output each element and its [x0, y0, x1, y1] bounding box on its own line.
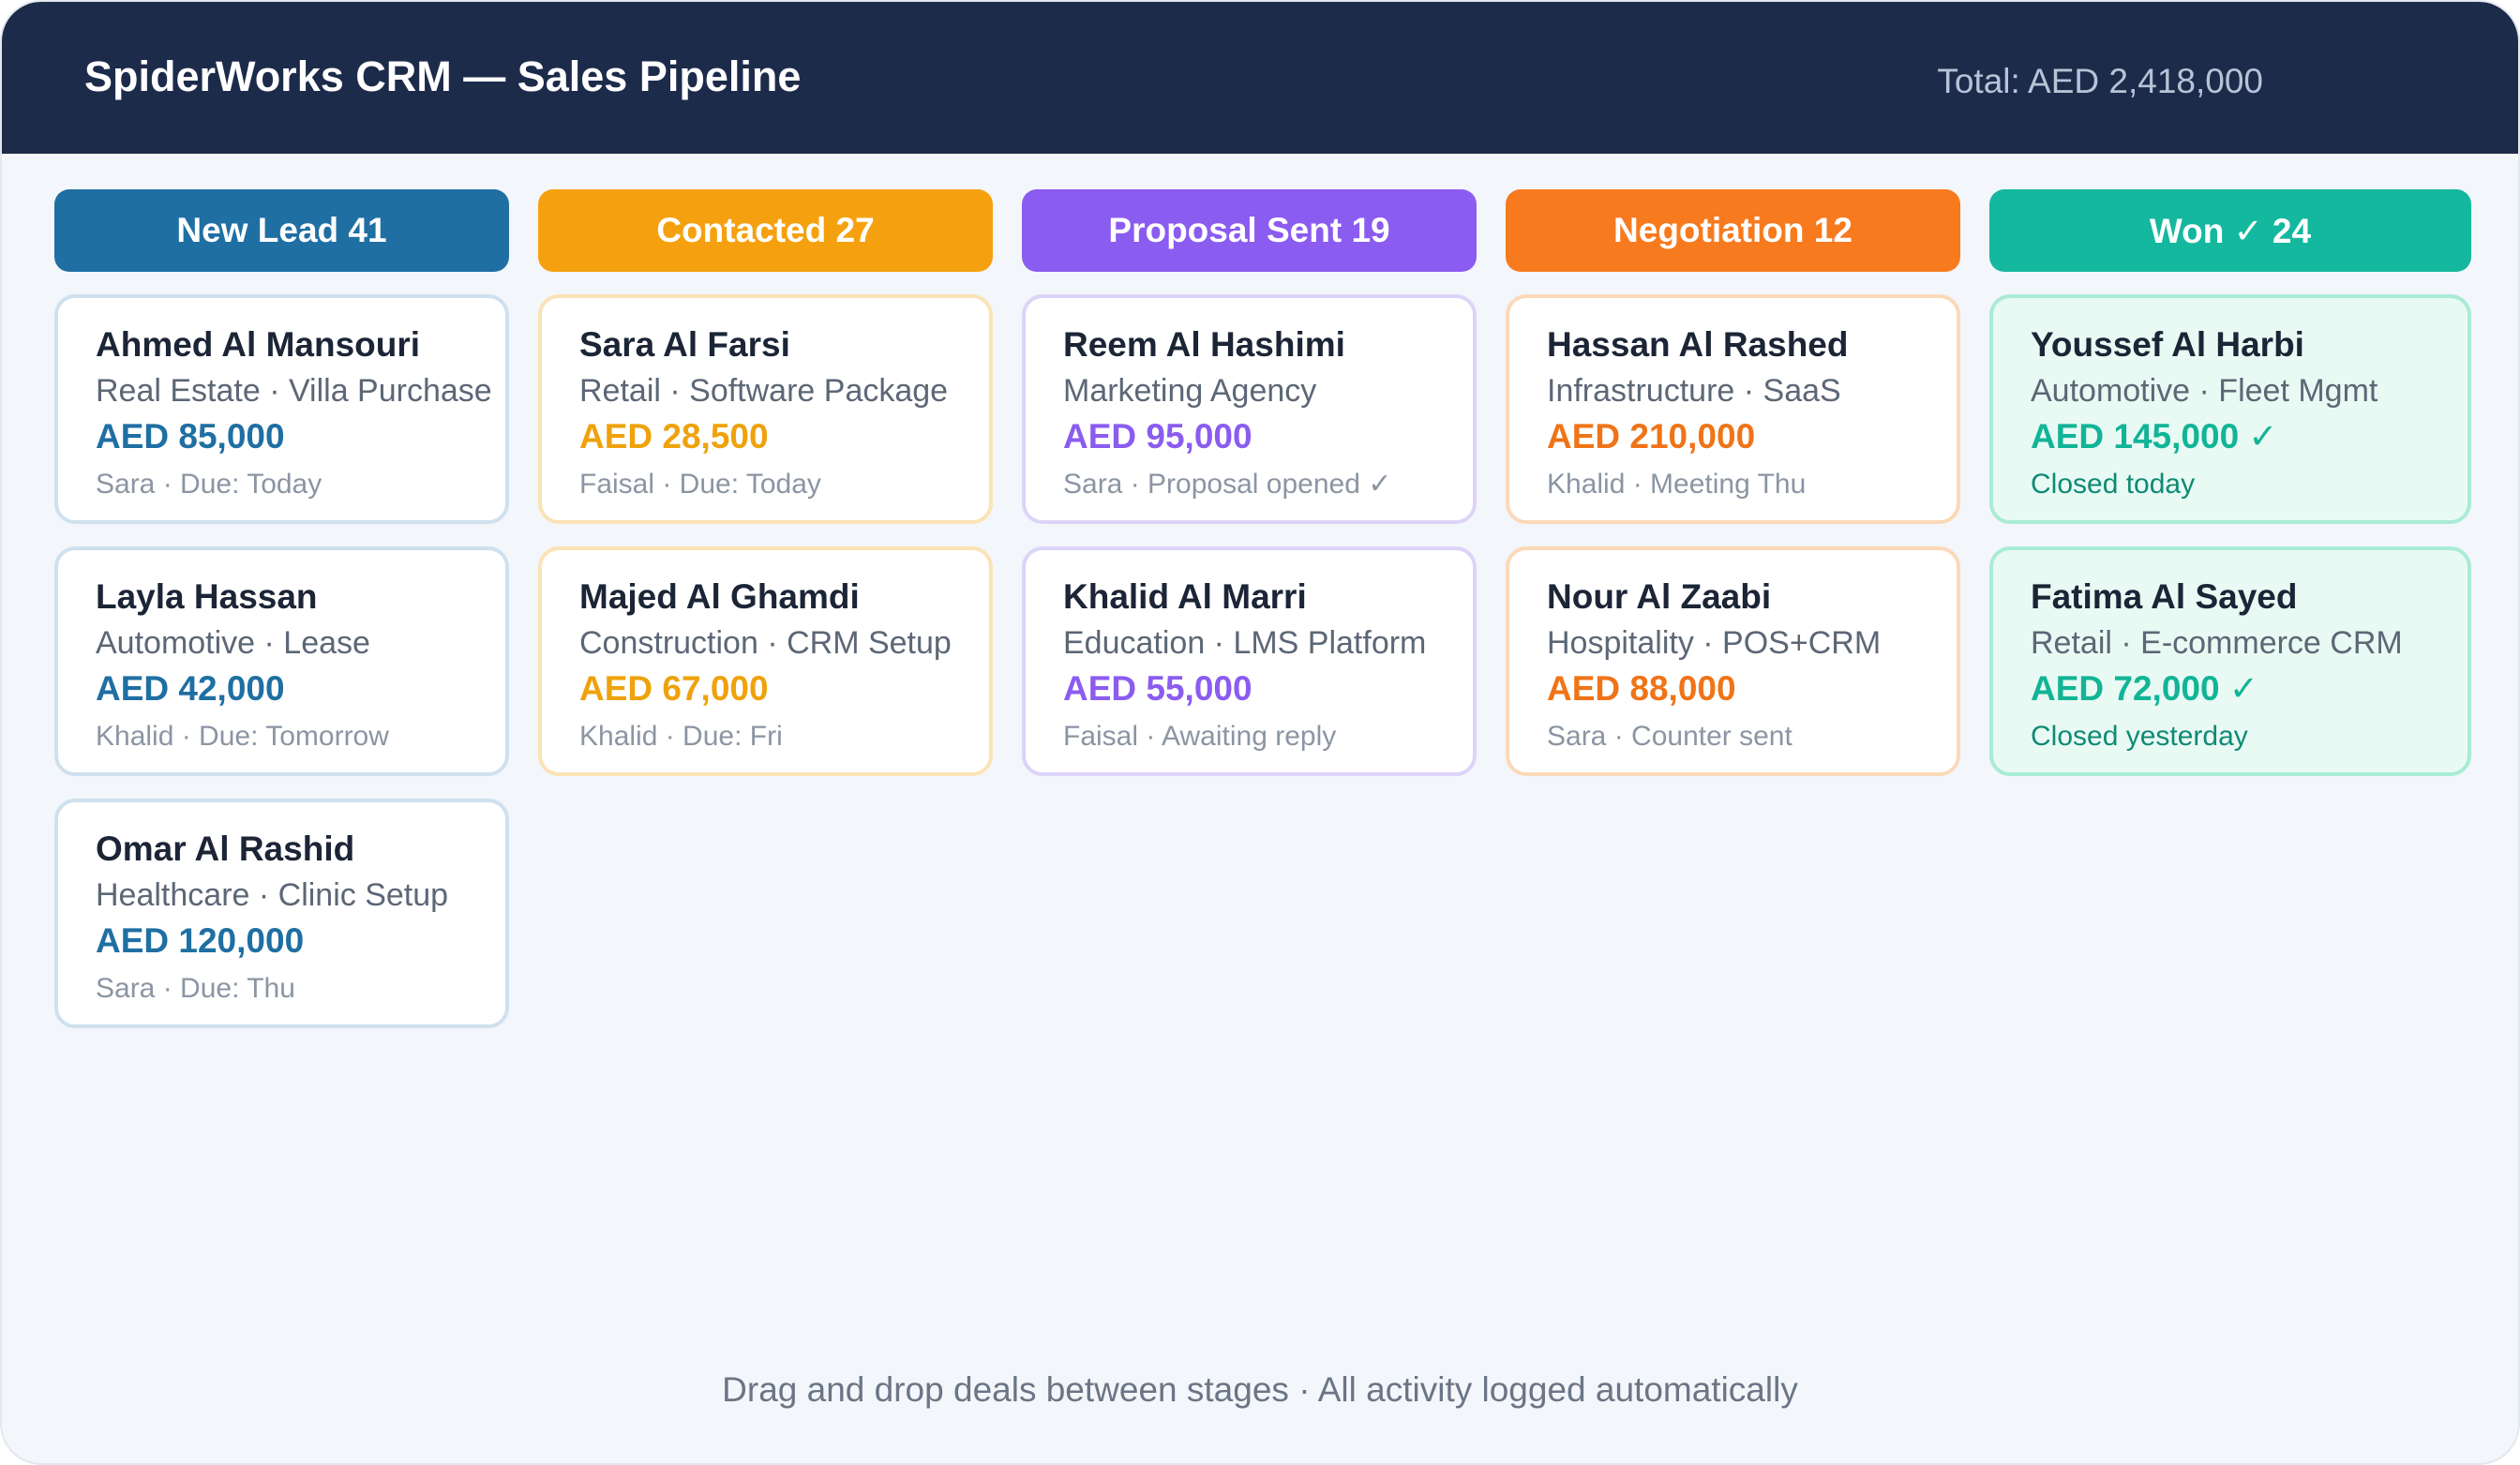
deal-meta: Faisal · Due: Today	[579, 469, 821, 500]
footer-hint: Drag and drop deals between stages · All…	[722, 1370, 1798, 1409]
deal-description: Automotive · Fleet Mgmt	[2031, 373, 2378, 409]
deal-meta: Sara · Due: Today	[96, 469, 322, 500]
page-title: SpiderWorks CRM — Sales Pipeline	[84, 52, 802, 100]
column-contacted: Contacted 27 Sara Al Farsi Retail · Softwa…	[538, 189, 993, 776]
deal-card[interactable]: Ahmed Al Mansouri Real Estate · Villa Pur…	[54, 294, 509, 524]
deal-card[interactable]: Nour Al Zaabi Hospitality · POS+CRM AED 88…	[1506, 546, 1960, 776]
deal-amount: AED 85,000	[96, 417, 285, 456]
deal-contact-name: Ahmed Al Mansouri	[96, 325, 421, 364]
deal-meta: Faisal · Awaiting reply	[1063, 721, 1337, 752]
deal-meta: Sara · Due: Thu	[96, 973, 295, 1004]
deal-meta: Closed today	[2031, 469, 2196, 500]
deal-contact-name: Khalid Al Marri	[1063, 577, 1307, 616]
deal-meta: Khalid · Due: Fri	[579, 721, 783, 752]
deal-meta: Closed yesterday	[2031, 721, 2248, 752]
deal-contact-name: Sara Al Farsi	[579, 325, 790, 364]
deal-card[interactable]: Youssef Al Harbi Automotive · Fleet Mgmt A…	[1989, 294, 2471, 524]
deal-contact-name: Nour Al Zaabi	[1547, 577, 1772, 616]
column-header-negotiation[interactable]: Negotiation 12	[1506, 189, 1960, 272]
column-header-won[interactable]: Won ✓ 24	[1989, 189, 2471, 272]
deal-description: Infrastructure · SaaS	[1547, 373, 1841, 409]
deal-contact-name: Youssef Al Harbi	[2031, 325, 2304, 364]
column-header-contacted[interactable]: Contacted 27	[538, 189, 993, 272]
deal-amount: AED 88,000	[1547, 669, 1736, 708]
deal-amount: AED 67,000	[579, 669, 769, 708]
column-header-new-lead[interactable]: New Lead 41	[54, 189, 509, 272]
deal-description: Construction · CRM Setup	[579, 625, 952, 661]
deal-card[interactable]: Sara Al Farsi Retail · Software Package AE…	[538, 294, 993, 524]
deal-contact-name: Hassan Al Rashed	[1547, 325, 1849, 364]
deal-description: Healthcare · Clinic Setup	[96, 877, 449, 913]
deal-description: Automotive · Lease	[96, 625, 370, 661]
deal-amount: AED 28,500	[579, 417, 769, 456]
deal-card[interactable]: Hassan Al Rashed Infrastructure · SaaS AED…	[1506, 294, 1960, 524]
deal-amount: AED 55,000	[1063, 669, 1252, 708]
deal-meta: Khalid · Meeting Thu	[1547, 469, 1807, 500]
deal-amount: AED 120,000	[96, 921, 305, 960]
deal-description: Real Estate · Villa Purchase	[96, 373, 492, 409]
deal-amount: AED 72,000 ✓	[2031, 669, 2258, 708]
column-header-proposal-sent[interactable]: Proposal Sent 19	[1022, 189, 1477, 272]
deal-card[interactable]: Majed Al Ghamdi Construction · CRM Setup A…	[538, 546, 993, 776]
deal-card[interactable]: Omar Al Rashid Healthcare · Clinic Setup A…	[54, 799, 509, 1028]
deal-amount: AED 210,000	[1547, 417, 1756, 456]
deal-description: Hospitality · POS+CRM	[1547, 625, 1882, 661]
pipeline-total: Total: AED 2,418,000	[1937, 62, 2263, 100]
deal-contact-name: Reem Al Hashimi	[1063, 325, 1345, 364]
deal-contact-name: Omar Al Rashid	[96, 830, 355, 868]
deal-contact-name: Majed Al Ghamdi	[579, 577, 860, 616]
deal-card[interactable]: Layla Hassan Automotive · Lease AED 42,000…	[54, 546, 509, 776]
deal-meta: Sara · Counter sent	[1547, 721, 1792, 752]
deal-description: Retail · Software Package	[579, 373, 949, 409]
deal-meta: Khalid · Due: Tomorrow	[96, 721, 389, 752]
column-negotiation: Negotiation 12 Hassan Al Rashed Infrastruc…	[1506, 189, 1960, 776]
column-proposal-sent: Proposal Sent 19 Reem Al Hashimi Marketing…	[1022, 189, 1477, 776]
deal-contact-name: Layla Hassan	[96, 577, 318, 616]
app-header: SpiderWorks CRM — Sales Pipeline Total: …	[2, 2, 2518, 154]
deal-card[interactable]: Khalid Al Marri Education · LMS Platform A…	[1022, 546, 1477, 776]
column-new-lead: New Lead 41 Ahmed Al Mansouri Real Estate …	[54, 189, 509, 1028]
deal-description: Retail · E-commerce CRM	[2031, 625, 2403, 661]
deal-contact-name: Fatima Al Sayed	[2031, 577, 2298, 616]
deal-card[interactable]: Reem Al Hashimi Marketing Agency AED 95,00…	[1022, 294, 1477, 524]
deal-description: Marketing Agency	[1063, 373, 1317, 409]
deal-amount: AED 145,000 ✓	[2031, 417, 2278, 456]
deal-amount: AED 95,000	[1063, 417, 1252, 456]
crm-app: SpiderWorks CRM — Sales Pipeline Total: …	[0, 0, 2520, 1465]
deal-description: Education · LMS Platform	[1063, 625, 1427, 661]
column-won: Won ✓ 24 Youssef Al Harbi Automotive · Fle…	[1989, 189, 2471, 776]
deal-card[interactable]: Fatima Al Sayed Retail · E-commerce CRM AE…	[1989, 546, 2471, 776]
deal-meta: Sara · Proposal opened ✓	[1063, 469, 1392, 500]
deal-amount: AED 42,000	[96, 669, 285, 708]
